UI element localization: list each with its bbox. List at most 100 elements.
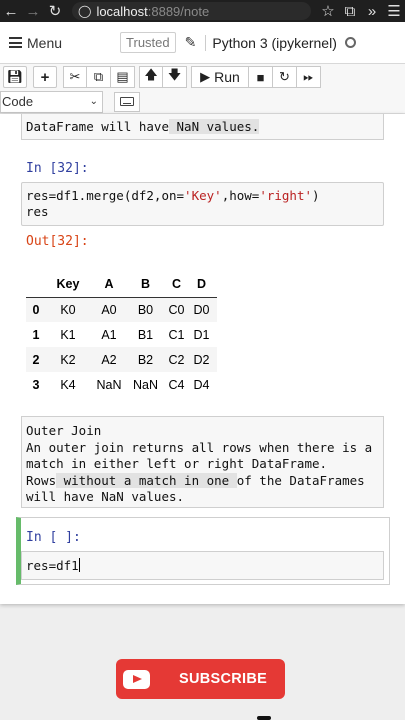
reload-icon[interactable]: ↻ <box>44 0 66 22</box>
restart-run-all-button[interactable]: ⏩︎ <box>297 66 321 88</box>
kernel-name[interactable]: Python 3 (ipykernel) <box>205 34 337 51</box>
notebook-toolbar: 💾︎ + ✂ ⧉ ▤ 🡅 🡇 ▶ Run ■ ↻ ⏩︎ <box>0 64 405 90</box>
dataframe-output-table: Key A B C D 0 K0 A0 B0 C0 D0 1 K1 A1 B1 … <box>26 272 217 397</box>
pencil-icon[interactable]: ✎ <box>185 34 197 51</box>
table-cell: D1 <box>193 327 210 342</box>
move-down-button[interactable]: 🡇 <box>163 66 187 88</box>
insert-cell-button[interactable]: + <box>33 66 57 88</box>
command-palette-button[interactable] <box>114 91 140 112</box>
table-cell: D0 <box>193 302 210 317</box>
table-index-cell: 2 <box>32 352 40 367</box>
shield-icon: ◯ <box>78 4 92 18</box>
fast-forward-icon: ⏩︎ <box>303 69 314 84</box>
menu-button[interactable]: Menu <box>9 35 62 51</box>
table-header-row: Key A B C D <box>26 272 217 298</box>
table-cell: B0 <box>137 302 154 317</box>
paste-button[interactable]: ▤ <box>111 66 135 88</box>
table-cell: K1 <box>60 327 76 342</box>
markdown-cell-top[interactable]: DataFrame will have NaN values. <box>21 114 384 140</box>
forward-arrow-icon[interactable]: → <box>22 0 44 22</box>
move-up-button[interactable]: 🡅 <box>139 66 163 88</box>
notebook-toolbar-row2: Code ⌄ <box>0 90 405 114</box>
code-text-mid: ,how= <box>221 188 260 203</box>
play-icon: ▶ <box>200 69 211 84</box>
table-header-cell: Key <box>46 272 90 298</box>
code-string-right: 'right' <box>259 188 313 203</box>
table-cell: K4 <box>60 377 76 392</box>
bookmark-star-icon[interactable]: ☆ <box>317 0 339 22</box>
youtube-play-icon <box>123 669 150 689</box>
table-header-cell: C <box>163 272 190 298</box>
back-arrow-icon[interactable]: ← <box>0 0 22 22</box>
url-host: localhost <box>96 3 148 19</box>
restart-button[interactable]: ↻ <box>273 66 297 88</box>
stop-icon: ■ <box>256 69 265 85</box>
table-header-cell <box>26 272 46 298</box>
table-header-cell: A <box>90 272 128 298</box>
table-cell: B2 <box>137 352 154 367</box>
subscribe-button[interactable]: SUBSCRIBE <box>116 659 285 699</box>
output-prompt-32: Out[32]: <box>26 234 89 249</box>
copy-button[interactable]: ⧉ <box>87 66 111 88</box>
code-editor-active[interactable]: res=df1 <box>21 551 384 580</box>
copy-icon: ⧉ <box>93 69 104 84</box>
table-cell: A2 <box>101 352 117 367</box>
overflow-chevrons-icon[interactable]: » <box>361 0 383 22</box>
browser-toolbar: ← → ↻ ◯ localhost:8889/note ☆ ⧉ » ☰ <box>0 0 405 22</box>
markdown-cell-outer-join[interactable]: Outer Join An outer join returns all row… <box>21 416 384 508</box>
cell-type-select[interactable]: Code ⌄ <box>0 90 103 113</box>
table-cell: C0 <box>168 302 185 317</box>
code-line-2: res <box>26 204 49 219</box>
trusted-indicator[interactable]: Trusted <box>120 32 176 53</box>
chevron-down-icon: ⌄ <box>89 96 98 107</box>
url-path: :8889/note <box>147 3 210 19</box>
table-header-cell: D <box>190 272 217 298</box>
cut-button[interactable]: ✂ <box>63 66 87 88</box>
address-bar[interactable]: ◯ localhost:8889/note <box>72 2 311 20</box>
hamburger-icon <box>9 37 22 48</box>
md-outer-line4c: of the DataFrames <box>236 472 365 488</box>
arrow-down-icon: 🡇 <box>167 67 182 82</box>
menu-label: Menu <box>27 34 63 51</box>
table-cell: D2 <box>193 352 210 367</box>
input-prompt-empty: In [ ]: <box>26 530 81 545</box>
paste-icon: ▤ <box>116 69 129 84</box>
active-code-text: res=df1 <box>26 558 79 573</box>
md-outer-title: Outer Join <box>26 423 102 438</box>
table-index-cell: 1 <box>32 327 40 342</box>
notebook-page: DataFrame will have NaN values. In [32]:… <box>0 114 405 604</box>
table-cell: NaN <box>132 377 158 392</box>
code-string-key: 'Key' <box>184 188 222 203</box>
md-outer-line3: match in either left or right DataFrame. <box>26 456 328 471</box>
scroll-indicator <box>257 716 271 720</box>
table-cell: B1 <box>137 327 154 342</box>
plus-icon: + <box>40 68 50 86</box>
cell-type-value: Code <box>2 94 34 109</box>
text-cursor <box>78 558 80 572</box>
run-button[interactable]: ▶ Run <box>191 66 249 88</box>
table-row: 0 K0 A0 B0 C0 D0 <box>26 297 217 322</box>
arrow-up-icon: 🡅 <box>144 67 158 82</box>
scissors-icon: ✂ <box>69 69 81 84</box>
md-outer-highlight: without a match in one <box>56 472 237 488</box>
kernel-idle-icon <box>344 37 356 48</box>
subscribe-label: SUBSCRIBE <box>179 671 268 687</box>
interrupt-button[interactable]: ■ <box>249 66 273 88</box>
table-cell: NaN <box>96 377 122 392</box>
table-row: 3 K4 NaN NaN C4 D4 <box>26 372 217 397</box>
table-cell: C4 <box>168 377 185 392</box>
app-menu-icon[interactable]: ☰ <box>383 0 405 22</box>
table-row: 1 K1 A1 B1 C1 D1 <box>26 322 217 347</box>
table-cell: D4 <box>193 377 210 392</box>
table-index-cell: 3 <box>32 377 40 392</box>
md-outer-line5: will have NaN values. <box>26 489 185 504</box>
run-label: Run <box>214 69 240 85</box>
save-button[interactable]: 💾︎ <box>3 66 27 88</box>
code-text-end: ) <box>312 188 320 203</box>
md-outer-line2: An outer join returns all rows when ther… <box>26 439 373 455</box>
table-cell: K2 <box>60 352 76 367</box>
code-cell-32[interactable]: res=df1.merge(df2,on='Key',how='right') … <box>21 182 384 226</box>
table-cell: C2 <box>168 352 185 367</box>
extensions-icon[interactable]: ⧉ <box>339 0 361 22</box>
md-top-highlight: NaN values. <box>169 119 260 134</box>
